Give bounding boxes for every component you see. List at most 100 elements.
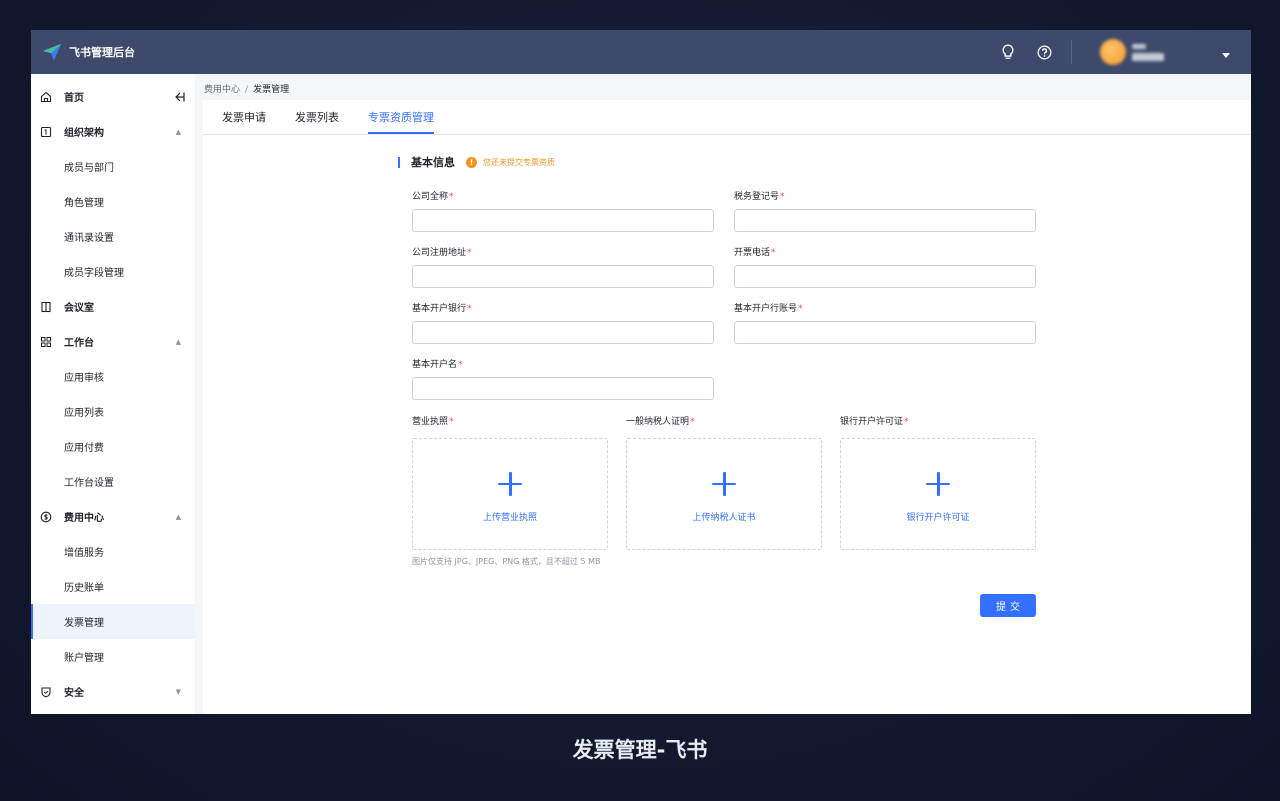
brand[interactable]: 飞书管理后台 [31,43,135,61]
sidebar-item-member-fields[interactable]: 成员字段管理 [31,254,195,289]
bank-permit-label: 银行开户许可证* [840,417,909,427]
sidebar-item-app-payment[interactable]: 应用付费 [31,429,195,464]
section-header: 基本信息 ! 您还未提交专票资质 [398,154,555,170]
sidebar-item-label: 应用审核 [64,373,104,384]
upload-taxpayer-certificate[interactable]: 上传纳税人证书 [626,438,822,550]
sidebar-item-label: 安全 [64,688,84,699]
sidebar-item-label: 成员字段管理 [64,268,124,279]
help-icon[interactable] [1035,43,1053,61]
sidebar-item-roles[interactable]: 角色管理 [31,184,195,219]
tab-invoice-list[interactable]: 发票列表 [295,109,339,125]
plus-icon [498,471,522,496]
user-name-blurred[interactable] [1132,43,1164,61]
tab-invoice-apply[interactable]: 发票申请 [222,109,266,125]
breadcrumb: 费用中心 / 发票管理 [204,82,289,95]
business-license-label: 营业执照* [412,417,454,427]
sidebar-item-bill-history[interactable]: 历史账单 [31,569,195,604]
sidebar-item-label: 账户管理 [64,653,104,664]
sidebar-item-label: 会议室 [64,303,94,314]
sidebar-item-workplace[interactable]: 工作台 ▲ [31,324,195,359]
invoice-phone-input[interactable] [734,265,1036,288]
company-address-input[interactable] [412,265,714,288]
chevron-down-icon[interactable] [1222,43,1230,62]
sidebar-item-label: 成员与部门 [64,163,114,174]
tab-bar: 发票申请 发票列表 专票资质管理 [203,100,1251,135]
home-icon [40,91,52,103]
sidebar-item-billing[interactable]: 费用中心 ▲ [31,499,195,534]
admin-window: 飞书管理后台 首页 组织架构 ▲ 成员与部门 角色管理 通讯录设置 成员字段管理… [31,30,1251,714]
sidebar: 首页 组织架构 ▲ 成员与部门 角色管理 通讯录设置 成员字段管理 会议室 工作… [31,74,195,714]
sidebar-item-home[interactable]: 首页 [31,79,195,114]
sidebar-item-app-list[interactable]: 应用列表 [31,394,195,429]
breadcrumb-current: 发票管理 [253,85,290,95]
page-caption: 发票管理-飞书 [572,738,708,762]
section-accent-bar [398,156,400,168]
account-name-label: 基本开户名* [412,360,463,370]
sidebar-item-app-review[interactable]: 应用审核 [31,359,195,394]
upload-hint: 图片仅支持 JPG、JPEG、PNG 格式，且不超过 5 MB [412,557,601,566]
breadcrumb-separator: / [245,85,249,95]
coin-icon [40,511,52,523]
sidebar-item-label: 发票管理 [64,618,104,629]
tax-number-label: 税务登记号* [734,192,785,202]
sidebar-item-label: 工作台 [64,338,94,349]
org-icon [40,126,52,138]
company-address-label: 公司注册地址* [412,248,472,258]
bank-account-input[interactable] [734,321,1036,344]
chevron-up-icon: ▲ [175,337,181,346]
tax-number-input[interactable] [734,209,1036,232]
upload-label: 银行开户许可证 [906,512,970,523]
bulb-icon[interactable] [999,43,1017,61]
bank-name-input[interactable] [412,321,714,344]
sidebar-item-org[interactable]: 组织架构 ▲ [31,114,195,149]
bank-name-label: 基本开户银行* [412,304,472,314]
sidebar-item-value-added[interactable]: 增值服务 [31,534,195,569]
upload-business-license[interactable]: 上传营业执照 [412,438,608,550]
sidebar-item-label: 费用中心 [64,513,104,524]
sidebar-item-security[interactable]: 安全 ▼ [31,674,195,709]
sidebar-item-label: 应用付费 [64,443,104,454]
tab-special-invoice-qualification[interactable]: 专票资质管理 [368,109,434,134]
plus-icon [712,471,736,496]
feishu-logo-icon [43,44,61,60]
header-divider [1071,40,1072,64]
section-title: 基本信息 [411,156,455,169]
chevron-up-icon: ▲ [175,127,181,136]
sidebar-item-label: 应用列表 [64,408,104,419]
sidebar-item-label: 历史账单 [64,583,104,594]
sidebar-item-label: 组织架构 [64,128,104,139]
sidebar-item-label: 通讯录设置 [64,233,114,244]
submit-button[interactable]: 提交 [980,594,1036,617]
upload-label: 上传纳税人证书 [692,512,756,523]
app-title: 飞书管理后台 [69,46,135,59]
sidebar-item-meeting-room[interactable]: 会议室 [31,289,195,324]
sidebar-item-label: 角色管理 [64,198,104,209]
plus-icon [926,471,950,496]
sidebar-item-label: 增值服务 [64,548,104,559]
upload-label: 上传营业执照 [482,512,537,523]
chevron-up-icon: ▲ [175,512,181,521]
sidebar-item-contacts-settings[interactable]: 通讯录设置 [31,219,195,254]
sidebar-item-label: 首页 [64,93,84,104]
sidebar-item-accounts[interactable]: 账户管理 [31,639,195,674]
upload-bank-permit[interactable]: 银行开户许可证 [840,438,1036,550]
sidebar-item-members[interactable]: 成员与部门 [31,149,195,184]
chevron-down-icon: ▼ [175,687,181,696]
sidebar-item-workplace-settings[interactable]: 工作台设置 [31,464,195,499]
sidebar-item-invoices[interactable]: 发票管理 [31,604,195,639]
shield-icon [40,686,52,698]
account-name-input[interactable] [412,377,714,400]
company-name-input[interactable] [412,209,714,232]
grid-icon [40,336,52,348]
door-icon [40,301,52,313]
breadcrumb-parent[interactable]: 费用中心 [204,85,240,95]
invoice-phone-label: 开票电话* [734,248,776,258]
bank-account-label: 基本开户行账号* [734,304,803,314]
main-content: 发票申请 发票列表 专票资质管理 基本信息 ! 您还未提交专票资质 公司全称* … [203,100,1251,714]
warning-text: 您还未提交专票资质 [483,157,555,167]
warning-icon: ! [466,156,477,168]
sidebar-item-label: 工作台设置 [64,478,114,489]
company-name-label: 公司全称* [412,192,454,202]
top-bar: 飞书管理后台 [31,30,1251,74]
user-avatar[interactable] [1100,39,1126,65]
